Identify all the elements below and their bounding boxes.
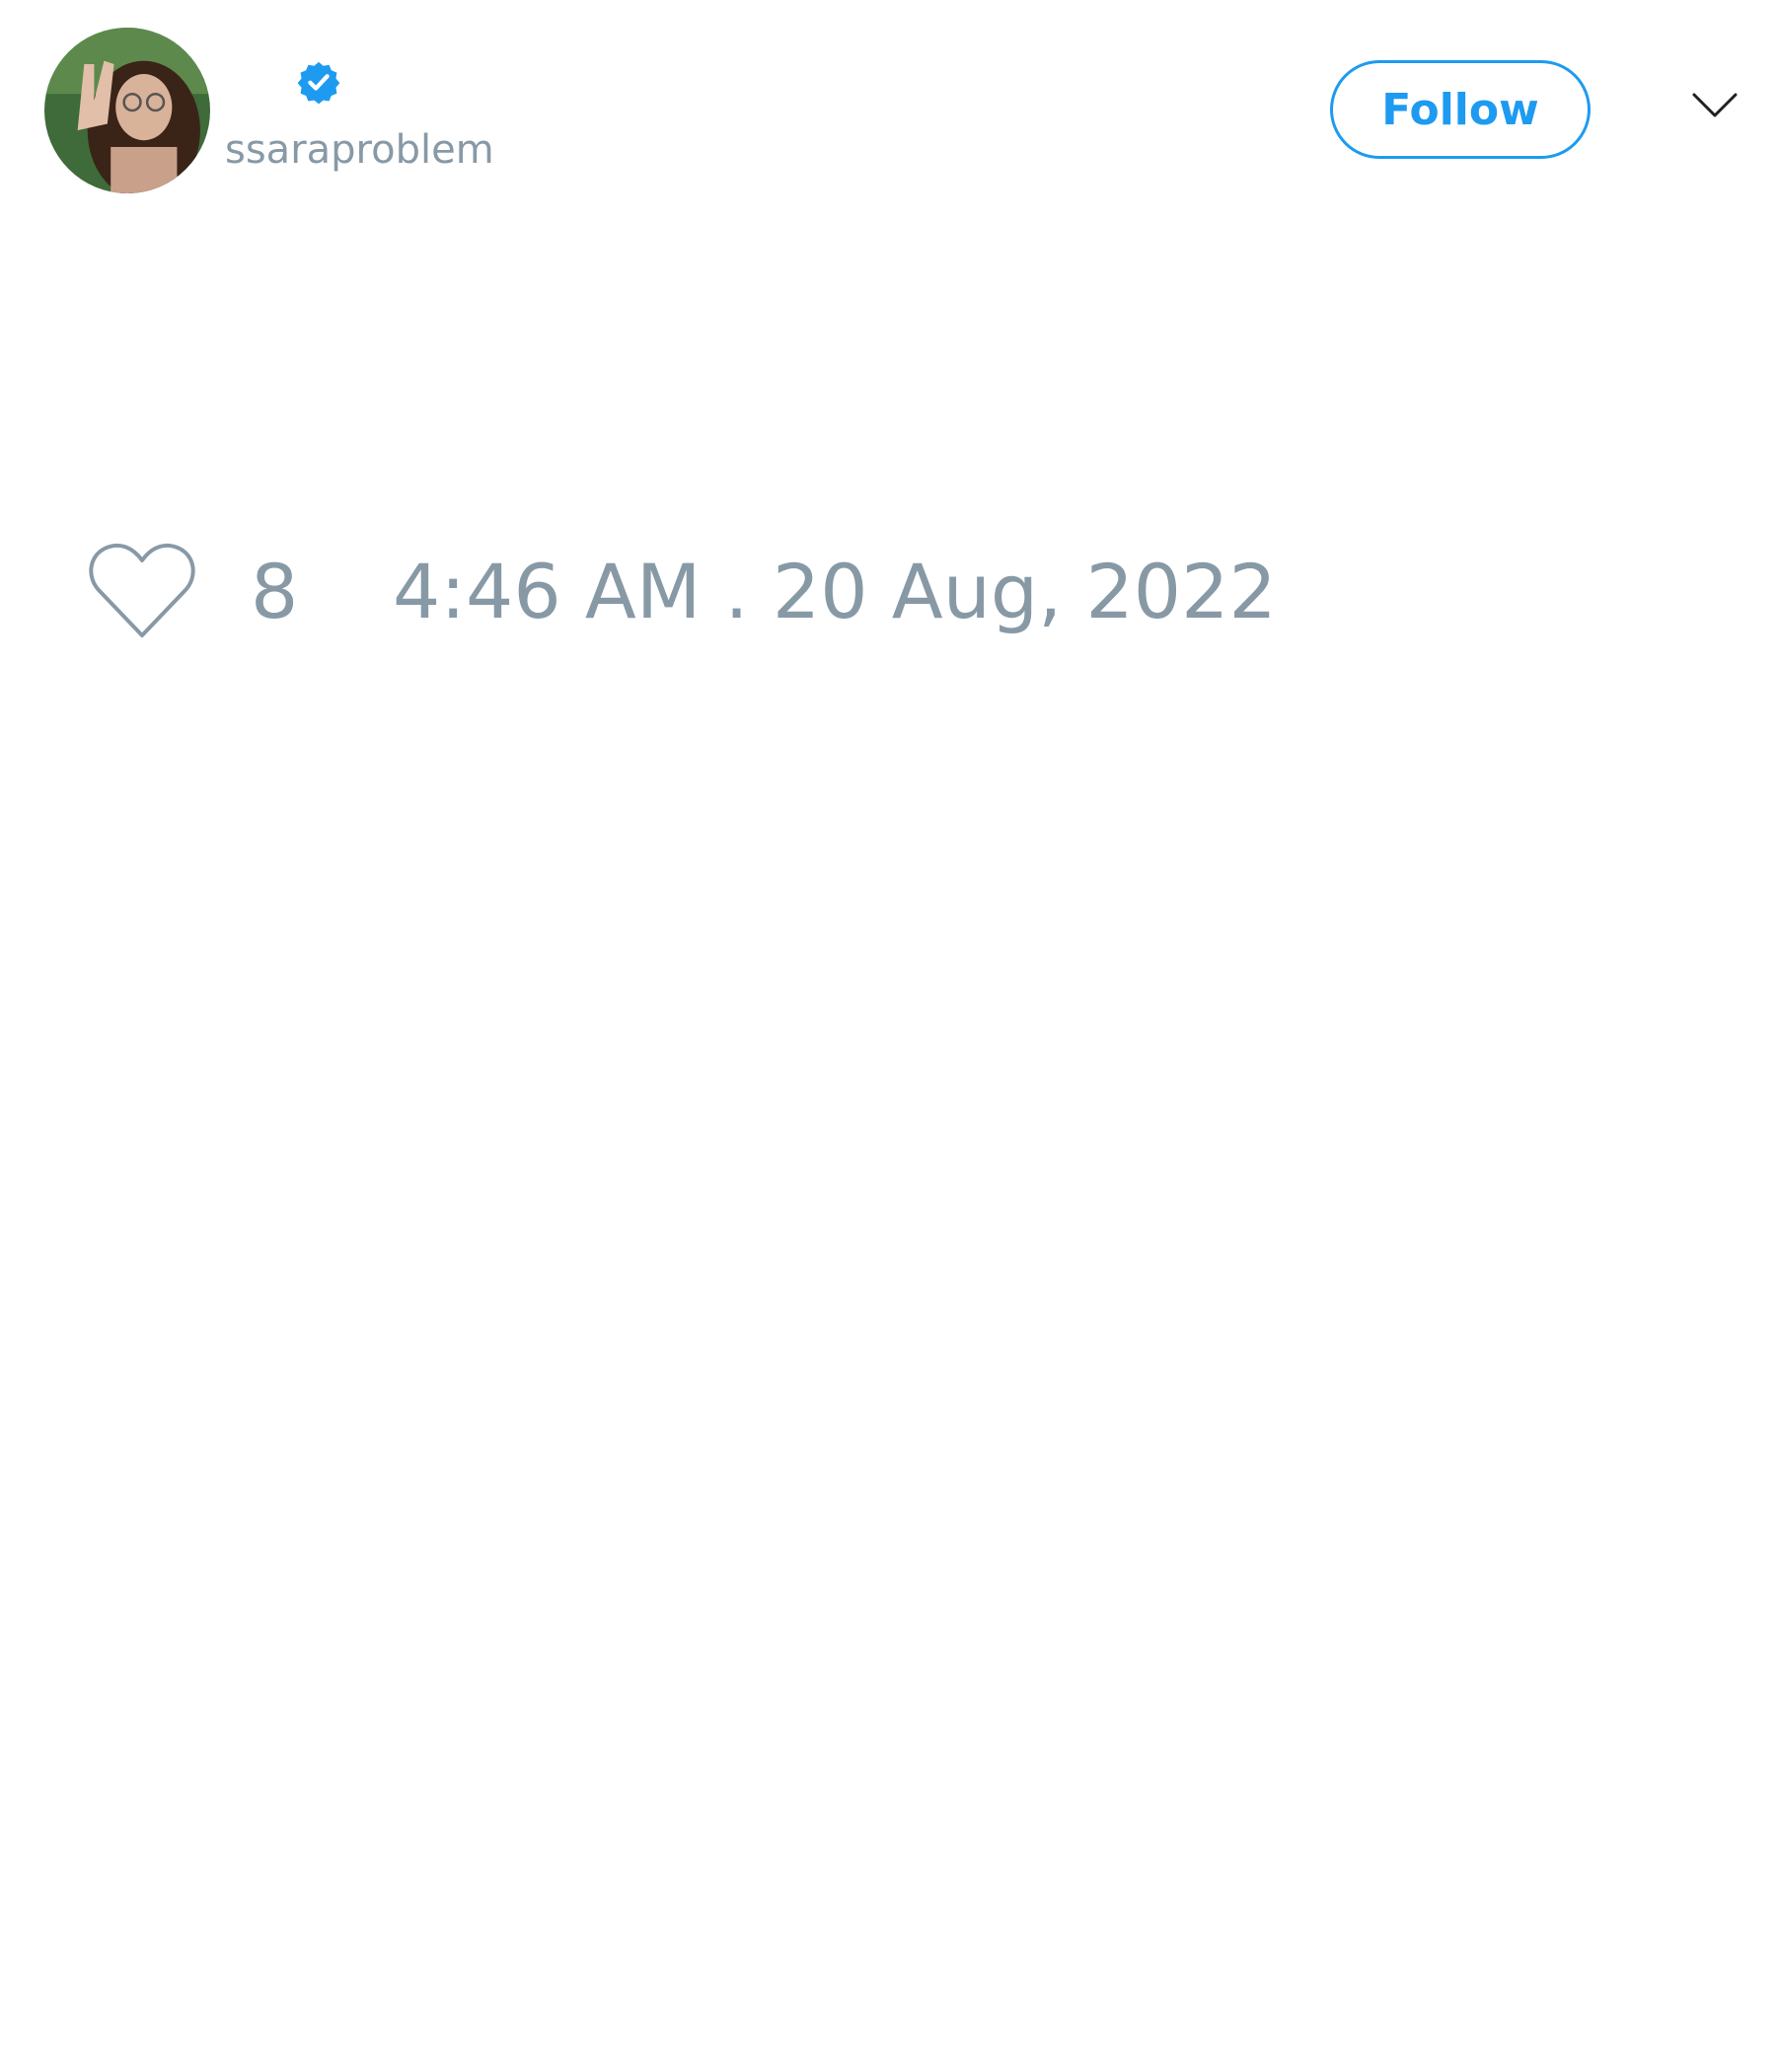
heart-icon[interactable] — [87, 541, 197, 639]
verified-badge-icon — [296, 59, 341, 105]
avatar-image — [44, 28, 210, 193]
tweet-timestamp[interactable]: 4:46 AM . 20 Aug, 2022 — [393, 549, 1277, 635]
like-count: 8 — [251, 548, 299, 635]
chevron-down-icon[interactable] — [1691, 91, 1739, 120]
avatar[interactable] — [44, 28, 210, 193]
author-handle[interactable]: ssaraproblem — [225, 126, 494, 174]
follow-button[interactable]: Follow — [1330, 60, 1591, 159]
tweet-card: ssaraproblem Follow 8 4:46 AM . 20 Aug, … — [0, 0, 1776, 2072]
